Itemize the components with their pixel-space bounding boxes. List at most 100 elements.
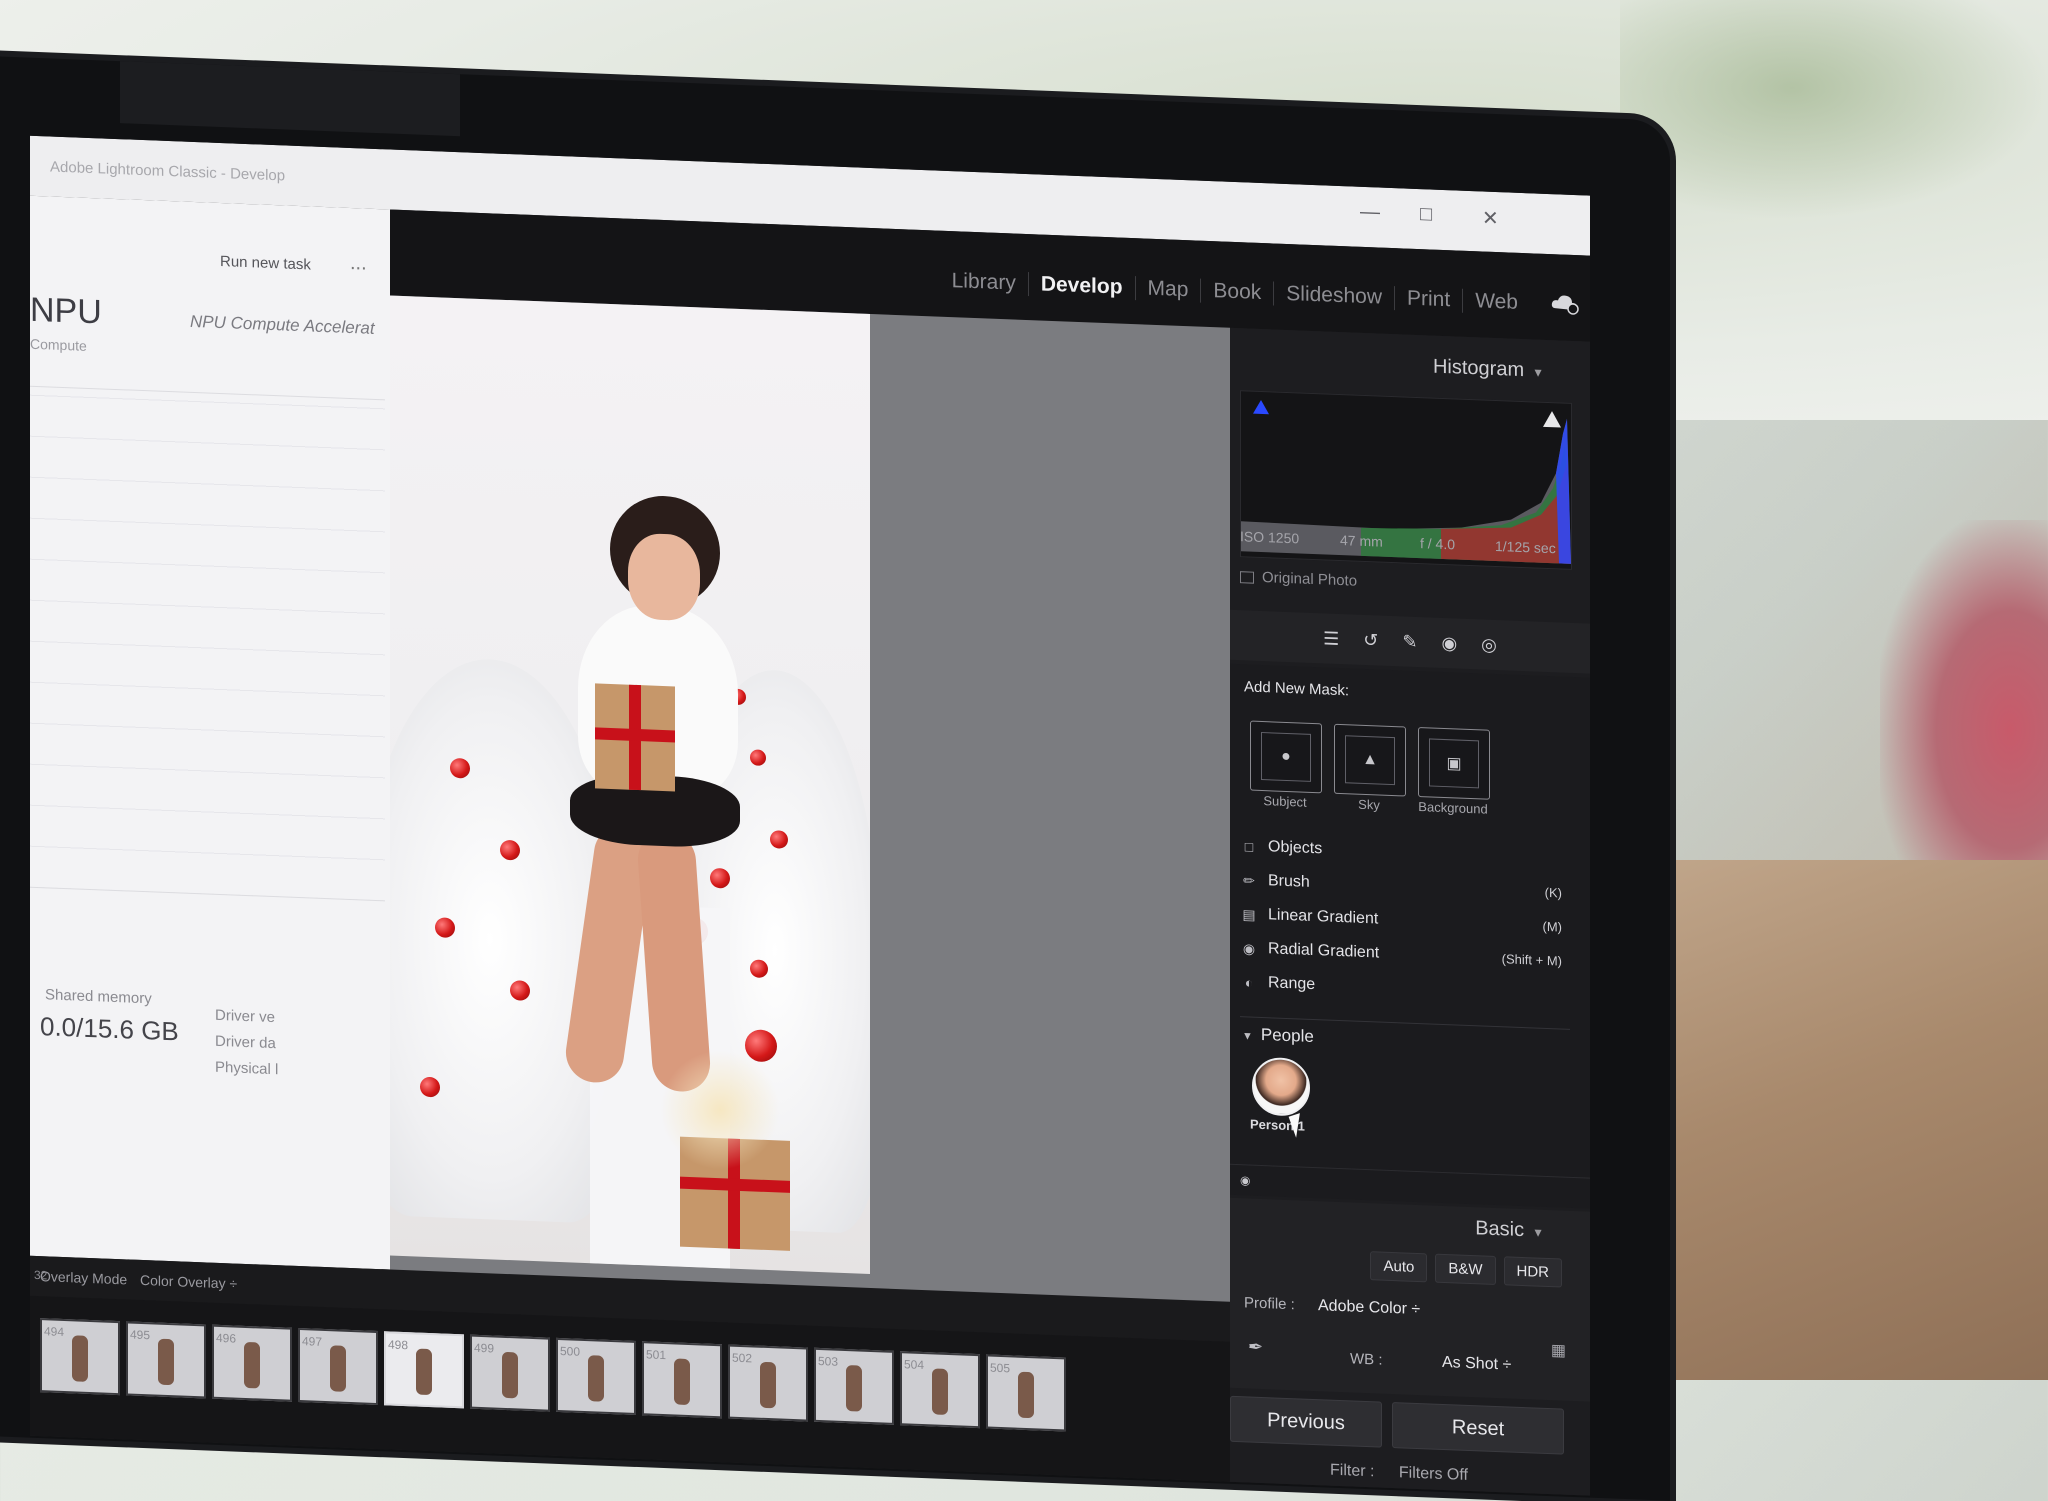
npu-title: NPU	[30, 290, 102, 332]
aperture-value: f / 4.0	[1420, 535, 1456, 553]
photo-canvas[interactable]	[390, 295, 1230, 1328]
mask-tool-label: Brush	[1268, 872, 1310, 891]
monitor-back-stand	[120, 61, 460, 137]
subject-face	[628, 532, 700, 622]
ornament	[770, 830, 788, 849]
profile-label: Profile :	[1244, 1294, 1295, 1314]
minimize-icon[interactable]: —	[1360, 201, 1380, 225]
driver-version-label: Driver ve	[215, 1006, 276, 1027]
hdr-button[interactable]: HDR	[1503, 1256, 1562, 1288]
filmstrip-thumbnail[interactable]: 499	[470, 1334, 550, 1412]
cloud-sync-icon[interactable]	[1550, 290, 1580, 315]
ornament	[710, 867, 730, 889]
select-sky-button[interactable]: ▲	[1334, 723, 1406, 797]
ornament	[420, 1076, 440, 1098]
black-white-button[interactable]: B&W	[1435, 1253, 1496, 1285]
ornament	[450, 757, 470, 779]
original-photo-toggle[interactable]: Original Photo	[1240, 568, 1357, 590]
shortcut-label: (M)	[1542, 918, 1563, 935]
shared-memory-label: Shared memory	[45, 986, 152, 1008]
npu-accelerator-name: NPU Compute Accelerat	[190, 311, 375, 338]
filmstrip-thumbnail[interactable]: 502	[728, 1344, 808, 1422]
filmstrip-thumbnail[interactable]: 500	[556, 1337, 636, 1415]
people-label: People	[1260, 1024, 1314, 1047]
collapse-triangle-icon[interactable]: ▼	[1532, 365, 1544, 379]
mask-tool-label: Range	[1268, 974, 1316, 994]
npu-subtitle: Compute	[30, 335, 87, 354]
panel-action-buttons: Previous Reset	[1230, 1395, 1590, 1460]
checkbox-icon[interactable]	[1240, 570, 1254, 584]
reset-button[interactable]: Reset	[1392, 1402, 1564, 1455]
profile-browser-icon[interactable]: ▦	[1551, 1340, 1566, 1361]
select-background-button[interactable]: ▣	[1418, 727, 1490, 800]
screen: Adobe Lightroom Classic - Develop — □ ✕ …	[30, 135, 1590, 1496]
previous-button[interactable]: Previous	[1230, 1395, 1382, 1448]
shortcut-label: (K)	[1544, 884, 1562, 901]
background-label: Background	[1418, 799, 1488, 817]
basic-panel: Basic ▼ Auto B&W HDR Profile : Adobe Colo…	[1230, 1197, 1590, 1402]
tab-slideshow[interactable]: Slideshow	[1274, 281, 1395, 311]
filmstrip-thumbnail-selected[interactable]: 498	[384, 1331, 464, 1409]
crop-icon[interactable]: ↺	[1363, 629, 1378, 651]
tab-print[interactable]: Print	[1395, 286, 1464, 313]
driver-info: Driver ve Driver da Physical l	[215, 1003, 278, 1083]
overlay-mode-dropdown[interactable]: Color Overlay ÷	[140, 1272, 237, 1292]
shutter-speed-value: 1/125 sec	[1495, 537, 1556, 557]
range-icon: ◐	[1244, 974, 1254, 991]
edit-sliders-icon[interactable]: ☰	[1323, 628, 1339, 650]
histogram-title: Histogram	[1432, 355, 1525, 382]
tab-develop[interactable]: Develop	[1028, 272, 1136, 301]
person-avatar[interactable]	[1252, 1056, 1310, 1117]
close-icon[interactable]: ✕	[1482, 205, 1499, 231]
histogram-header[interactable]: Histogram ▼	[1230, 348, 1590, 385]
white-balance-dropper-icon[interactable]: ✒	[1248, 1336, 1263, 1358]
basic-title: Basic	[1475, 1217, 1525, 1242]
shortcut-label: (Shift + M)	[1501, 950, 1562, 969]
sky-label: Sky	[1358, 796, 1380, 813]
tab-library[interactable]: Library	[939, 268, 1029, 297]
add-new-mask-label: Add New Mask:	[1244, 678, 1350, 700]
filmstrip-thumbnail[interactable]: 495	[126, 1321, 206, 1399]
filter-label: Filter :	[1330, 1461, 1375, 1481]
physical-location-label: Physical l	[215, 1058, 279, 1079]
filmstrip-thumbnail[interactable]: 496	[212, 1324, 292, 1402]
filmstrip-thumbnail[interactable]: 494	[40, 1318, 120, 1396]
filmstrip-thumbnail[interactable]: 505	[986, 1354, 1066, 1432]
basic-panel-header[interactable]: Basic ▼	[1230, 1208, 1590, 1245]
red-eye-icon[interactable]: ◉	[1441, 632, 1457, 654]
tab-map[interactable]: Map	[1135, 276, 1202, 303]
background-icon: ▣	[1429, 738, 1479, 789]
auto-button[interactable]: Auto	[1370, 1251, 1428, 1283]
wb-dropdown[interactable]: As Shot ÷	[1442, 1354, 1511, 1375]
masking-panel: Add New Mask: ● Subject ▲ Sky ▣ Backgrou…	[1230, 663, 1590, 1178]
filter-dropdown[interactable]: Filters Off	[1399, 1464, 1468, 1484]
photo-preview	[390, 295, 870, 1274]
disclosure-triangle-icon[interactable]: ▼	[1242, 1030, 1253, 1042]
people-section-header[interactable]: ▼ People	[1242, 1024, 1314, 1047]
filmstrip-thumbnail[interactable]: 497	[298, 1327, 378, 1406]
tab-web[interactable]: Web	[1463, 289, 1530, 316]
treatment-buttons: Auto B&W HDR	[1370, 1251, 1562, 1288]
lens-glare	[660, 1050, 780, 1170]
mask-tool-label: Objects	[1268, 838, 1323, 858]
iso-value: ISO 1250	[1240, 528, 1300, 547]
heal-icon[interactable]: ✎	[1402, 631, 1417, 653]
maximize-icon[interactable]: □	[1420, 203, 1432, 226]
run-new-task-button[interactable]: Run new task	[220, 253, 311, 273]
more-options-button[interactable]: ...	[350, 252, 367, 276]
ornament	[750, 749, 766, 766]
profile-dropdown[interactable]: Adobe Color ÷	[1318, 1297, 1420, 1319]
filmstrip-thumbnail[interactable]: 504	[900, 1351, 980, 1429]
tab-book[interactable]: Book	[1201, 278, 1275, 306]
mouse-cursor-icon	[1288, 1113, 1308, 1138]
person-icon: ●	[1261, 731, 1311, 782]
linear-gradient-icon: ▤	[1242, 905, 1256, 923]
collapse-triangle-icon[interactable]: ▼	[1532, 1225, 1544, 1239]
masking-icon[interactable]: ◎	[1481, 634, 1497, 656]
select-subject-button[interactable]: ●	[1250, 720, 1322, 794]
filmstrip-thumbnail[interactable]: 503	[814, 1347, 894, 1425]
image-count: 32	[34, 1267, 48, 1283]
filmstrip-thumbnail[interactable]: 501	[642, 1341, 722, 1419]
radial-gradient-icon: ◉	[1242, 939, 1256, 957]
eye-icon[interactable]: ◉	[1240, 1173, 1250, 1187]
